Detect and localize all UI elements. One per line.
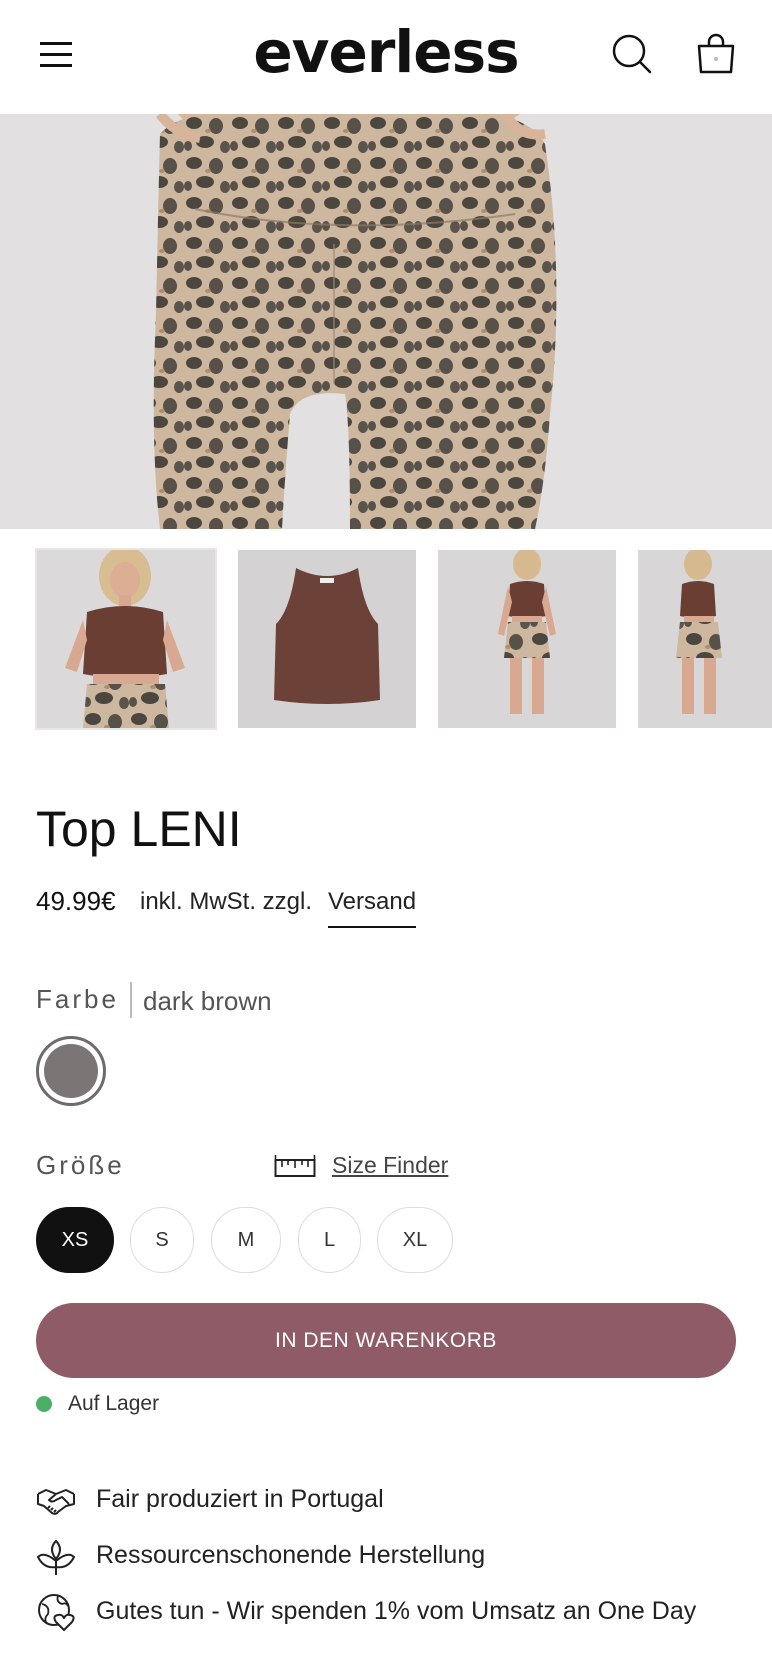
- tax-note: inkl. MwSt. zzgl.: [140, 888, 313, 915]
- thumbnail-1[interactable]: [35, 548, 217, 730]
- thumbnail-strip: [0, 548, 772, 732]
- thumbnail-4[interactable]: [638, 550, 772, 728]
- leaf-plant-icon: [36, 1537, 76, 1577]
- size-label: Größe: [36, 1150, 125, 1180]
- ruler-icon: [274, 1155, 316, 1177]
- heart-globe-icon: [36, 1592, 76, 1632]
- feature-resource-saving: Ressourcenschonende Herstellung: [96, 1541, 486, 1569]
- add-to-cart-button[interactable]: IN DEN WARENKORB: [36, 1303, 736, 1378]
- swatch-fill: [44, 1044, 98, 1098]
- size-option-s[interactable]: S: [130, 1207, 194, 1273]
- color-value: dark brown: [143, 986, 272, 1016]
- size-option-l[interactable]: L: [298, 1207, 361, 1273]
- product-hero-image[interactable]: [0, 114, 772, 529]
- feature-donation: Gutes tun - Wir spenden 1% vom Umsatz an…: [96, 1597, 697, 1625]
- color-label: Farbe: [36, 984, 119, 1014]
- site-header: everless: [0, 0, 772, 114]
- size-option-xs[interactable]: XS: [36, 1207, 114, 1273]
- thumbnail-3[interactable]: [438, 550, 616, 728]
- in-stock-dot: [36, 1396, 52, 1412]
- product-title: Top LENI: [36, 801, 242, 857]
- size-finder-label: Size Finder: [332, 1152, 449, 1178]
- feature-fair-production: Fair produziert in Portugal: [96, 1485, 384, 1513]
- search-icon[interactable]: [608, 30, 656, 78]
- handshake-icon: [36, 1480, 76, 1520]
- stock-status: Auf Lager: [68, 1392, 160, 1415]
- size-option-m[interactable]: M: [211, 1207, 281, 1273]
- product-price: 49.99€: [36, 886, 116, 916]
- shipping-link[interactable]: Versand: [328, 888, 417, 928]
- color-separator: [130, 982, 132, 1018]
- shopping-bag-icon[interactable]: [692, 30, 740, 78]
- thumbnail-2[interactable]: [238, 550, 416, 728]
- site-logo[interactable]: everless: [0, 18, 772, 86]
- color-swatch-dark-brown[interactable]: [36, 1036, 106, 1106]
- size-option-xl[interactable]: XL: [377, 1207, 453, 1273]
